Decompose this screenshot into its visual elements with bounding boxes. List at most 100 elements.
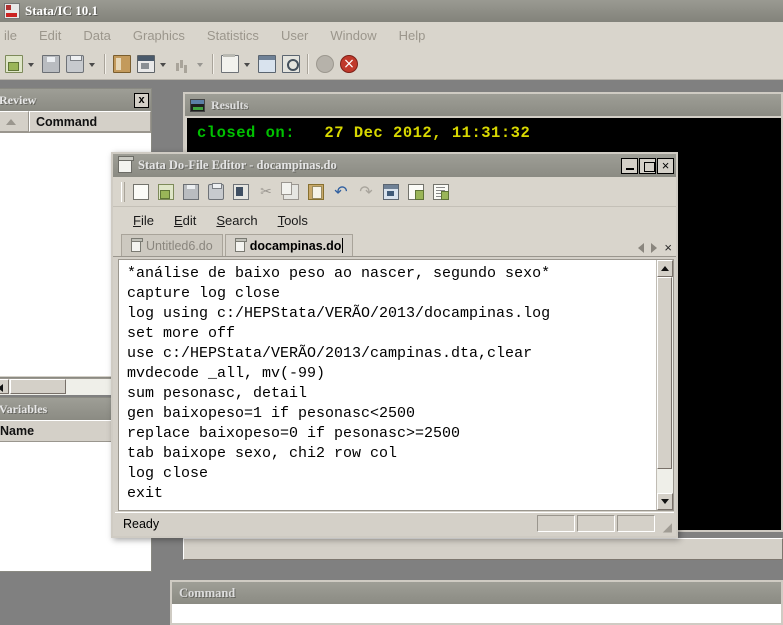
nav-prev-icon[interactable] bbox=[638, 243, 645, 253]
review-titlebar[interactable]: Review x bbox=[0, 89, 151, 111]
new-file-icon[interactable] bbox=[130, 181, 152, 203]
do-current-file-icon[interactable] bbox=[405, 181, 427, 203]
editor-vertical-scrollbar[interactable] bbox=[656, 260, 673, 510]
command-titlebar[interactable]: Command bbox=[172, 582, 781, 604]
save-icon[interactable] bbox=[40, 53, 62, 75]
undo-icon[interactable] bbox=[330, 181, 352, 203]
tab-navigation[interactable]: × bbox=[638, 241, 672, 254]
application-toolbar[interactable] bbox=[0, 48, 783, 80]
editor-code-content[interactable]: *análise de baixo peso ao nascer, segund… bbox=[119, 260, 656, 510]
menu-statistics[interactable]: Statistics bbox=[196, 25, 270, 46]
do-file-icon bbox=[131, 237, 143, 252]
toolbar-grip[interactable] bbox=[121, 181, 125, 202]
editor-statusbar: Ready bbox=[115, 512, 674, 534]
run-do-file-icon[interactable] bbox=[380, 181, 402, 203]
variables-title: Variables bbox=[0, 401, 48, 416]
tab-caret bbox=[342, 238, 344, 253]
command-title: Command bbox=[179, 585, 236, 600]
editor-tab-label: docampinas.do bbox=[249, 238, 342, 253]
break-icon[interactable] bbox=[338, 53, 360, 75]
review-command-header[interactable]: Command bbox=[29, 111, 151, 132]
application-titlebar[interactable]: Stata/IC 10.1 bbox=[0, 0, 783, 22]
results-bottom-bar bbox=[183, 538, 783, 560]
print-dropdown-arrow-icon[interactable] bbox=[87, 53, 98, 75]
print-preview-icon[interactable] bbox=[230, 181, 252, 203]
results-title: Results bbox=[211, 97, 249, 112]
menu-window[interactable]: Window bbox=[319, 25, 387, 46]
do-dropdown-arrow-icon[interactable] bbox=[242, 53, 253, 75]
menu-data[interactable]: Data bbox=[72, 25, 121, 46]
save-icon[interactable] bbox=[180, 181, 202, 203]
open-file-icon[interactable] bbox=[3, 53, 25, 75]
editor-tabstrip[interactable]: Untitled6.do docampinas.do × bbox=[113, 233, 676, 257]
scroll-thumb[interactable] bbox=[657, 277, 672, 469]
stata-logo-icon bbox=[4, 3, 20, 19]
paste-icon[interactable] bbox=[305, 181, 327, 203]
clear-more-icon bbox=[314, 53, 336, 75]
run-selection-icon[interactable] bbox=[430, 181, 452, 203]
data-editor-icon[interactable] bbox=[256, 53, 278, 75]
nav-next-icon[interactable] bbox=[651, 243, 658, 253]
editor-tab-docampinas[interactable]: docampinas.do bbox=[224, 234, 354, 256]
toolbar-separator bbox=[104, 53, 106, 74]
do-file-editor-window[interactable]: Stata Do-File Editor - docampinas.do × F… bbox=[111, 152, 678, 538]
data-browser-icon[interactable] bbox=[280, 53, 302, 75]
editor-titlebar[interactable]: Stata Do-File Editor - docampinas.do × bbox=[113, 154, 676, 177]
open-file-icon[interactable] bbox=[155, 181, 177, 203]
close-button[interactable]: × bbox=[657, 157, 674, 174]
print-icon[interactable] bbox=[64, 53, 86, 75]
results-window-icon bbox=[190, 98, 205, 112]
viewer-dropdown-arrow-icon[interactable] bbox=[158, 53, 169, 75]
editor-status-text: Ready bbox=[123, 516, 160, 531]
graph-dropdown-arrow-icon bbox=[195, 53, 206, 75]
review-title: Review bbox=[0, 92, 37, 107]
editor-menu-file[interactable]: File bbox=[123, 210, 164, 231]
application-menubar[interactable]: ile Edit Data Graphics Statistics User W… bbox=[0, 22, 783, 48]
scroll-track[interactable] bbox=[657, 277, 673, 493]
menu-user[interactable]: User bbox=[270, 25, 319, 46]
viewer-icon[interactable] bbox=[135, 53, 157, 75]
toolbar-separator-2 bbox=[212, 53, 214, 74]
results-output-line: closed on: 27 Dec 2012, 11:31:32 bbox=[197, 124, 531, 142]
menu-graphics[interactable]: Graphics bbox=[122, 25, 196, 46]
minimize-button[interactable] bbox=[621, 157, 638, 174]
command-input[interactable] bbox=[172, 604, 781, 623]
stata-application-window: Results closed on: 27 Dec 2012, 11:31:32… bbox=[0, 0, 783, 625]
menu-edit[interactable]: Edit bbox=[28, 25, 72, 46]
open-dropdown-arrow-icon[interactable] bbox=[26, 53, 37, 75]
editor-menu-tools[interactable]: Tools bbox=[268, 210, 318, 231]
close-tab-icon[interactable]: × bbox=[664, 241, 672, 254]
do-file-icon bbox=[234, 237, 247, 252]
review-close-button[interactable]: x bbox=[134, 92, 149, 108]
menu-file[interactable]: ile bbox=[0, 25, 28, 46]
results-titlebar[interactable]: Results bbox=[185, 94, 781, 116]
graph-icon bbox=[172, 53, 194, 75]
review-scroll-left-button[interactable] bbox=[0, 379, 9, 394]
editor-menu-edit[interactable]: Edit bbox=[164, 210, 206, 231]
editor-tab-untitled6[interactable]: Untitled6.do bbox=[121, 234, 223, 256]
status-cell-2 bbox=[577, 515, 615, 532]
editor-text-area[interactable]: *análise de baixo peso ao nascer, segund… bbox=[118, 259, 674, 511]
redo-icon bbox=[355, 181, 377, 203]
command-window[interactable]: Command bbox=[170, 580, 783, 625]
copy-icon bbox=[280, 181, 302, 203]
editor-menu-search[interactable]: Search bbox=[206, 210, 267, 231]
cut-icon bbox=[255, 181, 277, 203]
review-sort-header[interactable] bbox=[0, 111, 29, 132]
editor-title: Stata Do-File Editor - docampinas.do bbox=[138, 158, 337, 172]
status-cell-1 bbox=[537, 515, 575, 532]
menu-help[interactable]: Help bbox=[388, 25, 437, 46]
scroll-down-button[interactable] bbox=[657, 493, 673, 510]
do-file-icon bbox=[118, 156, 134, 173]
editor-menubar[interactable]: File Edit Search Tools bbox=[113, 207, 676, 233]
log-icon[interactable] bbox=[111, 53, 133, 75]
editor-toolbar[interactable] bbox=[113, 177, 676, 207]
scroll-up-button[interactable] bbox=[657, 260, 673, 277]
maximize-button[interactable] bbox=[639, 157, 656, 174]
toolbar-separator-3 bbox=[307, 53, 309, 74]
review-column-headers: Command bbox=[0, 111, 151, 133]
review-scroll-thumb[interactable] bbox=[10, 379, 66, 394]
do-file-editor-icon[interactable] bbox=[219, 53, 241, 75]
resize-grip-icon[interactable] bbox=[658, 517, 672, 534]
print-icon[interactable] bbox=[205, 181, 227, 203]
